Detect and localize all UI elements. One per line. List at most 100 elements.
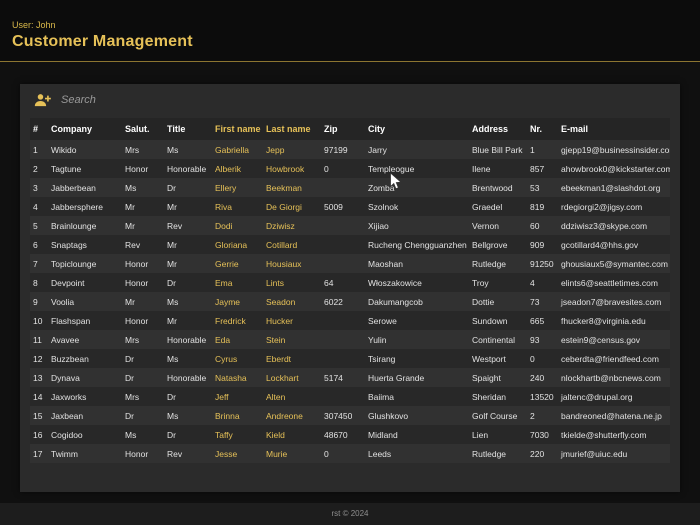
column-header-e-mail[interactable]: E-mail — [558, 118, 670, 140]
column-header-salut[interactable]: Salut. — [122, 118, 164, 140]
table-cell: Taffy — [212, 425, 263, 444]
table-row[interactable]: 4JabbersphereMrMrRivaDe Giorgi5009Szolno… — [30, 197, 670, 216]
table-cell: Avavee — [48, 330, 122, 349]
table-row[interactable]: 17TwimmHonorRevJesseMurie0LeedsRutledge2… — [30, 444, 670, 463]
table-row[interactable]: 10FlashspanHonorMrFredrickHuckerSeroweSu… — [30, 311, 670, 330]
table-cell: jmurief@uiuc.edu — [558, 444, 670, 463]
table-cell: Alten — [263, 387, 321, 406]
table-cell: Flashspan — [48, 311, 122, 330]
table-cell: Szolnok — [365, 197, 469, 216]
table-cell: Devpoint — [48, 273, 122, 292]
table-cell: tkielde@shutterfly.com — [558, 425, 670, 444]
table-cell: Ms — [122, 425, 164, 444]
column-header-city[interactable]: City — [365, 118, 469, 140]
table-cell: Ilene — [469, 159, 527, 178]
table-cell: Tsirang — [365, 349, 469, 368]
table-cell: Twimm — [48, 444, 122, 463]
table-cell: Jaxbean — [48, 406, 122, 425]
table-cell: Hucker — [263, 311, 321, 330]
table-cell: Buzzbean — [48, 349, 122, 368]
table-cell: 73 — [527, 292, 558, 311]
table-cell: Lien — [469, 425, 527, 444]
column-header-first-name[interactable]: First name — [212, 118, 263, 140]
table-cell: 1 — [527, 140, 558, 159]
table-cell: Housiaux — [263, 254, 321, 273]
table-cell: 307450 — [321, 406, 365, 425]
table-cell: elints6@seattletimes.com — [558, 273, 670, 292]
column-header-company[interactable]: Company — [48, 118, 122, 140]
table-cell: 10 — [30, 311, 48, 330]
table-cell: Jeff — [212, 387, 263, 406]
footer-text: rst © 2024 — [331, 509, 368, 518]
table-cell: Gerrie — [212, 254, 263, 273]
add-user-icon — [34, 93, 51, 107]
table-cell: Mrs — [122, 140, 164, 159]
table-cell: 91250 — [527, 254, 558, 273]
table-cell: Huerta Grande — [365, 368, 469, 387]
table-row[interactable]: 15JaxbeanDrMsBrinnaAndreone307450Glushko… — [30, 406, 670, 425]
table-cell: Vernon — [469, 216, 527, 235]
table-cell: nlockhartb@nbcnews.com — [558, 368, 670, 387]
table-cell: Eberdt — [263, 349, 321, 368]
table-row[interactable]: 1WikidoMrsMsGabriellaJepp97199JarryBlue … — [30, 140, 670, 159]
table-cell: Honorable — [164, 330, 212, 349]
table-row[interactable]: 3JabberbeanMsDrElleryBeekmanZombaBrentwo… — [30, 178, 670, 197]
table-cell: 4 — [30, 197, 48, 216]
table-cell: Honor — [122, 311, 164, 330]
table-row[interactable]: 8DevpointHonorDrEmaLints64WłoszakowiceTr… — [30, 273, 670, 292]
table-row[interactable]: 13DynavaDrHonorableNatashaLockhart5174Hu… — [30, 368, 670, 387]
table-cell: Mr — [164, 311, 212, 330]
table-row[interactable]: 16CogidooMsDrTaffyKield48670MidlandLien7… — [30, 425, 670, 444]
table-cell: Dziwisz — [263, 216, 321, 235]
table-row[interactable]: 6SnaptagsRevMrGlorianaCotillardRucheng C… — [30, 235, 670, 254]
table-cell: ahowbrook0@kickstarter.com — [558, 159, 670, 178]
table-cell: 2 — [527, 406, 558, 425]
table-cell: Stein — [263, 330, 321, 349]
table-cell: Honor — [122, 273, 164, 292]
table-cell: 17 — [30, 444, 48, 463]
table-row[interactable]: 9VooliaMrMsJaymeSeadon6022DakumangcobDot… — [30, 292, 670, 311]
table-row[interactable]: 5BrainloungeMrRevDodiDziwiszXijiaoVernon… — [30, 216, 670, 235]
table-cell: 7 — [30, 254, 48, 273]
column-header-address[interactable]: Address — [469, 118, 527, 140]
table-cell: Cyrus — [212, 349, 263, 368]
table-cell: Dodi — [212, 216, 263, 235]
table-row[interactable]: 11AvaveeMrsHonorableEdaSteinYulinContine… — [30, 330, 670, 349]
table-header-row: #CompanySalut.TitleFirst nameLast nameZi… — [30, 118, 670, 140]
table-cell: Gabriella — [212, 140, 263, 159]
table-cell: Mr — [164, 254, 212, 273]
table-cell: Fredrick — [212, 311, 263, 330]
column-header-zip[interactable]: Zip — [321, 118, 365, 140]
table-cell: 0 — [321, 159, 365, 178]
table-body: 1WikidoMrsMsGabriellaJepp97199JarryBlue … — [30, 140, 670, 463]
table-cell: Andreone — [263, 406, 321, 425]
table-cell: bandreoned@hatena.ne.jp — [558, 406, 670, 425]
table-row[interactable]: 2TagtuneHonorHonorableAlberikHowbrook0Te… — [30, 159, 670, 178]
table-cell: 240 — [527, 368, 558, 387]
table-cell: Topiclounge — [48, 254, 122, 273]
table-row[interactable]: 7TopicloungeHonorMrGerrieHousiauxMaoshan… — [30, 254, 670, 273]
table-row[interactable]: 12BuzzbeanDrMsCyrusEberdtTsirangWestport… — [30, 349, 670, 368]
table-cell: Cotillard — [263, 235, 321, 254]
column-header-row-number[interactable]: # — [30, 118, 48, 140]
table-cell: Dr — [164, 387, 212, 406]
page-title: Customer Management — [12, 33, 688, 51]
customer-table: #CompanySalut.TitleFirst nameLast nameZi… — [30, 118, 670, 463]
table-cell: Ms — [122, 178, 164, 197]
table-cell: Sheridan — [469, 387, 527, 406]
column-header-title[interactable]: Title — [164, 118, 212, 140]
table-cell: Westport — [469, 349, 527, 368]
table-row[interactable]: 14JaxworksMrsDrJeffAltenBaiimaSheridan13… — [30, 387, 670, 406]
search-input[interactable] — [61, 94, 666, 106]
table-cell: Bellgrove — [469, 235, 527, 254]
table-cell: Ema — [212, 273, 263, 292]
table-cell: 9 — [30, 292, 48, 311]
column-header-last-name[interactable]: Last name — [263, 118, 321, 140]
table-cell: 11 — [30, 330, 48, 349]
table-cell: 14 — [30, 387, 48, 406]
table-cell: Continental — [469, 330, 527, 349]
column-header-nr[interactable]: Nr. — [527, 118, 558, 140]
table-cell: 6022 — [321, 292, 365, 311]
table-cell: Jabbersphere — [48, 197, 122, 216]
table-cell: Eda — [212, 330, 263, 349]
